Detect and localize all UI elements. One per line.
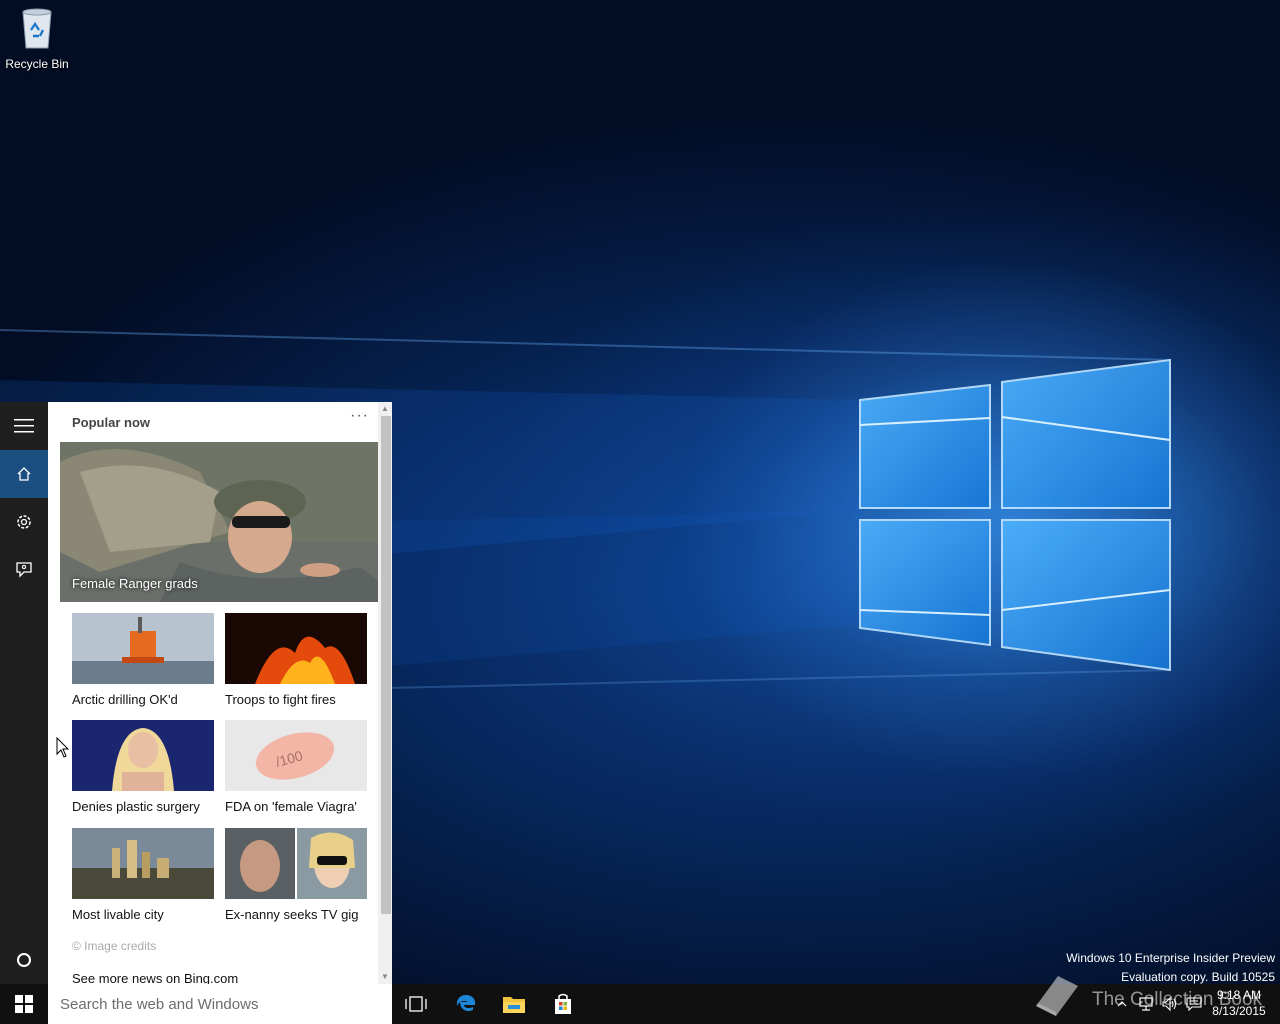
hamburger-menu-button[interactable]: [0, 402, 48, 450]
clock-date: 8/13/2015: [1212, 1004, 1266, 1018]
tile-image: [72, 613, 214, 684]
tile-caption: Arctic drilling OK'd: [72, 692, 178, 707]
system-clock[interactable]: 9:18 AM 8/13/2015: [1208, 987, 1270, 1019]
scroll-down-arrow-icon[interactable]: ▼: [380, 972, 390, 982]
panel-title: Popular now: [72, 415, 150, 430]
store-icon: [555, 993, 571, 1014]
recycle-bin[interactable]: Recycle Bin: [2, 6, 72, 71]
hero-caption: Female Ranger grads: [72, 576, 198, 591]
image-credits-link[interactable]: © Image credits: [72, 939, 156, 953]
news-tile[interactable]: Ex-nanny seeks TV gig: [225, 828, 367, 922]
tile-caption: Ex-nanny seeks TV gig: [225, 907, 359, 922]
watermark-line-1: Windows 10 Enterprise Insider Preview: [1066, 951, 1275, 965]
volume-icon[interactable]: [1160, 994, 1180, 1014]
mouse-cursor-icon: [56, 737, 70, 758]
file-explorer-icon: [503, 997, 525, 1013]
cortana-circle-icon: [17, 953, 31, 967]
more-options-button[interactable]: ···: [350, 408, 370, 426]
scroll-up-arrow-icon[interactable]: ▲: [380, 404, 390, 414]
cortana-button[interactable]: [0, 936, 48, 984]
windows-start-icon: [15, 995, 33, 1013]
search-input[interactable]: [48, 984, 368, 1024]
feedback-icon: [16, 562, 32, 578]
recycle-bin-label: Recycle Bin: [5, 57, 69, 71]
search-box[interactable]: [48, 984, 392, 1024]
tile-image: [72, 828, 214, 899]
feedback-button[interactable]: [0, 546, 48, 594]
action-center-icon[interactable]: [1184, 994, 1204, 1014]
tile-caption: Troops to fight fires: [225, 692, 336, 707]
tile-image: [225, 613, 367, 684]
task-view-icon: [405, 996, 427, 1012]
store-button[interactable]: [539, 984, 587, 1024]
tile-image: [225, 828, 367, 899]
cortana-news-panel: Popular now ··· Female Ranger grads Arct…: [48, 402, 392, 984]
start-button[interactable]: [0, 984, 48, 1024]
more-news-link[interactable]: See more news on Bing.com: [72, 971, 238, 984]
news-tile[interactable]: Troops to fight fires: [225, 613, 367, 707]
menu-icon: [14, 419, 34, 433]
tile-caption: FDA on 'female Viagra': [225, 799, 357, 814]
news-tile[interactable]: Most livable city: [72, 828, 214, 922]
chevron-up-icon[interactable]: [1112, 994, 1132, 1014]
news-tile[interactable]: Denies plastic surgery: [72, 720, 214, 814]
tile-image: /100: [225, 720, 367, 791]
book-icon: [1036, 976, 1078, 1016]
home-icon: [17, 467, 31, 481]
start-rail: [0, 402, 48, 984]
scrollbar-thumb[interactable]: [381, 416, 391, 914]
news-tile[interactable]: /100 FDA on 'female Viagra': [225, 720, 367, 814]
clock-time: 9:18 AM: [1216, 988, 1262, 1002]
tile-caption: Most livable city: [72, 907, 164, 922]
file-explorer-button[interactable]: [490, 984, 538, 1024]
hero-news-card[interactable]: Female Ranger grads: [60, 442, 380, 602]
gear-icon: [17, 515, 31, 529]
network-icon[interactable]: [1136, 994, 1156, 1014]
task-view-button[interactable]: [392, 984, 440, 1024]
taskbar: The Collection Book 9:18 AM 8/13/2015: [0, 976, 1280, 1024]
edge-icon: [456, 995, 476, 1012]
tile-caption: Denies plastic surgery: [72, 799, 200, 814]
settings-button[interactable]: [0, 498, 48, 546]
home-button[interactable]: [0, 450, 48, 498]
tile-image: [72, 720, 214, 791]
news-tile[interactable]: Arctic drilling OK'd: [72, 613, 214, 707]
edge-button[interactable]: [442, 984, 490, 1024]
recycle-bin-icon: [22, 8, 52, 49]
